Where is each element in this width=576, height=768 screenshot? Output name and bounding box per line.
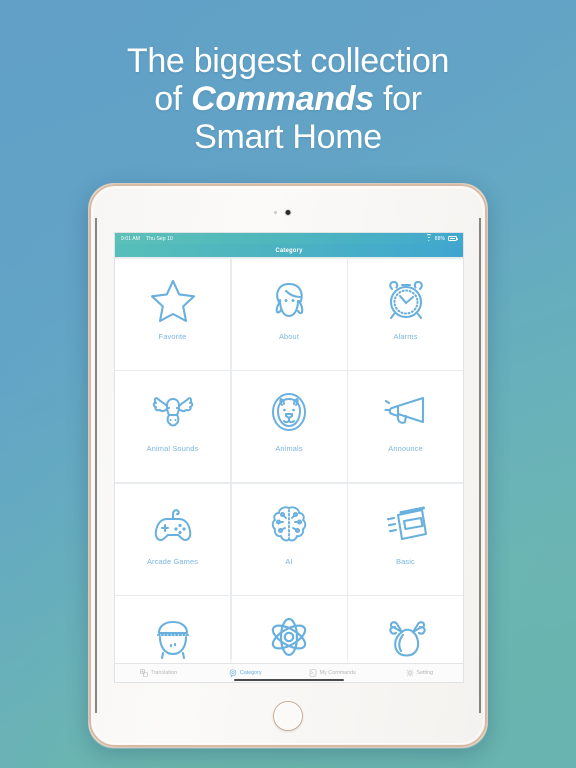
- wifi-icon: [425, 234, 432, 241]
- grid-tile-label: Favorite: [158, 331, 187, 341]
- gear-icon: [406, 669, 414, 677]
- status-date: Thu Sep 10: [146, 235, 173, 242]
- page-title: The biggest collection of Commands for S…: [0, 42, 576, 156]
- grid-tile-basic[interactable]: Basic: [348, 483, 463, 595]
- grid-tile-label: Alarms: [393, 331, 418, 341]
- grid-tile-favorite[interactable]: Favorite: [115, 258, 230, 370]
- grid-tile-arcade-games[interactable]: Arcade Games: [115, 483, 230, 595]
- lion-head-icon: [265, 388, 313, 436]
- battery-icon: [448, 236, 458, 241]
- grid-tile-label: Basic: [396, 556, 415, 566]
- tab-category[interactable]: Category: [202, 669, 289, 677]
- device-edge-left: [95, 218, 97, 713]
- grid-tile-animal-sounds[interactable]: Animal Sounds: [115, 371, 230, 482]
- tab-translation[interactable]: Translation: [115, 669, 202, 677]
- gamepad-icon: [149, 501, 197, 549]
- status-time: 9:01 AM: [121, 235, 141, 242]
- tablet-device: 9:01 AM Thu Sep 10 88% Category Favorite: [88, 183, 488, 748]
- nav-bar-title: Category: [275, 247, 303, 254]
- headline-line-3: Smart Home: [194, 118, 382, 156]
- device-edge-right: [479, 218, 481, 713]
- grid-tile-label: About: [278, 331, 300, 341]
- tab-label: My Commands: [319, 670, 356, 676]
- battery-percent: 88%: [434, 235, 445, 242]
- status-bar-right: 88%: [425, 234, 458, 242]
- grid-tile-ai[interactable]: AI: [231, 483, 347, 595]
- tab-bar: Translation Category My Commands Setting: [115, 663, 463, 682]
- megaphone-icon: [382, 388, 430, 436]
- translate-icon: [140, 669, 148, 677]
- brain-circuit-icon: [265, 501, 313, 549]
- status-bar: 9:01 AM Thu Sep 10 88%: [115, 233, 463, 244]
- headline-emphasis: Commands: [191, 80, 374, 118]
- headline-line-2-a: of: [154, 80, 192, 118]
- front-camera-icon: [285, 210, 291, 215]
- home-button[interactable]: [273, 701, 303, 731]
- home-indicator: [234, 678, 344, 681]
- status-bar-left: 9:01 AM Thu Sep 10: [121, 236, 173, 242]
- grid-tile-label: Arcade Games: [146, 556, 199, 566]
- chicken-legs-icon: [382, 613, 430, 661]
- notepad-icon: [382, 501, 430, 549]
- moose-head-icon: [149, 388, 197, 436]
- alarm-clock-icon: [382, 276, 430, 324]
- tab-my-commands[interactable]: My Commands: [289, 669, 376, 677]
- grid-tile-animals[interactable]: Animals: [231, 371, 347, 482]
- grid-tile-alarms[interactable]: Alarms: [348, 258, 463, 370]
- nav-bar: Category: [115, 244, 463, 257]
- headline-line-1: The biggest collection: [126, 42, 450, 80]
- grid-tile-label: Announce: [388, 444, 423, 453]
- grid-tile-about[interactable]: About: [231, 258, 347, 370]
- tab-label: Translation: [150, 670, 177, 676]
- tab-label: Setting: [416, 670, 434, 676]
- ambient-sensor-icon: [274, 211, 277, 214]
- tab-setting[interactable]: Setting: [376, 669, 463, 677]
- grid-tile-label: AI: [285, 556, 293, 566]
- headline-line-2: of Commands for: [0, 80, 576, 118]
- device-screen: 9:01 AM Thu Sep 10 88% Category Favorite: [114, 232, 464, 683]
- my-commands-icon: [309, 669, 317, 677]
- atom-icon: [265, 613, 313, 661]
- cooking-pot-icon: [149, 613, 197, 661]
- category-grid: Favorite About Alarms Animal Sounds Anim…: [115, 257, 463, 682]
- headline-line-2-c: for: [373, 80, 422, 118]
- category-icon: [229, 669, 237, 677]
- tab-label: Category: [239, 670, 262, 676]
- woman-face-icon: [265, 276, 313, 324]
- star-icon: [149, 276, 197, 324]
- grid-tile-label: Animal Sounds: [146, 444, 199, 453]
- grid-tile-label: Animals: [275, 444, 303, 453]
- grid-tile-announce[interactable]: Announce: [348, 371, 463, 482]
